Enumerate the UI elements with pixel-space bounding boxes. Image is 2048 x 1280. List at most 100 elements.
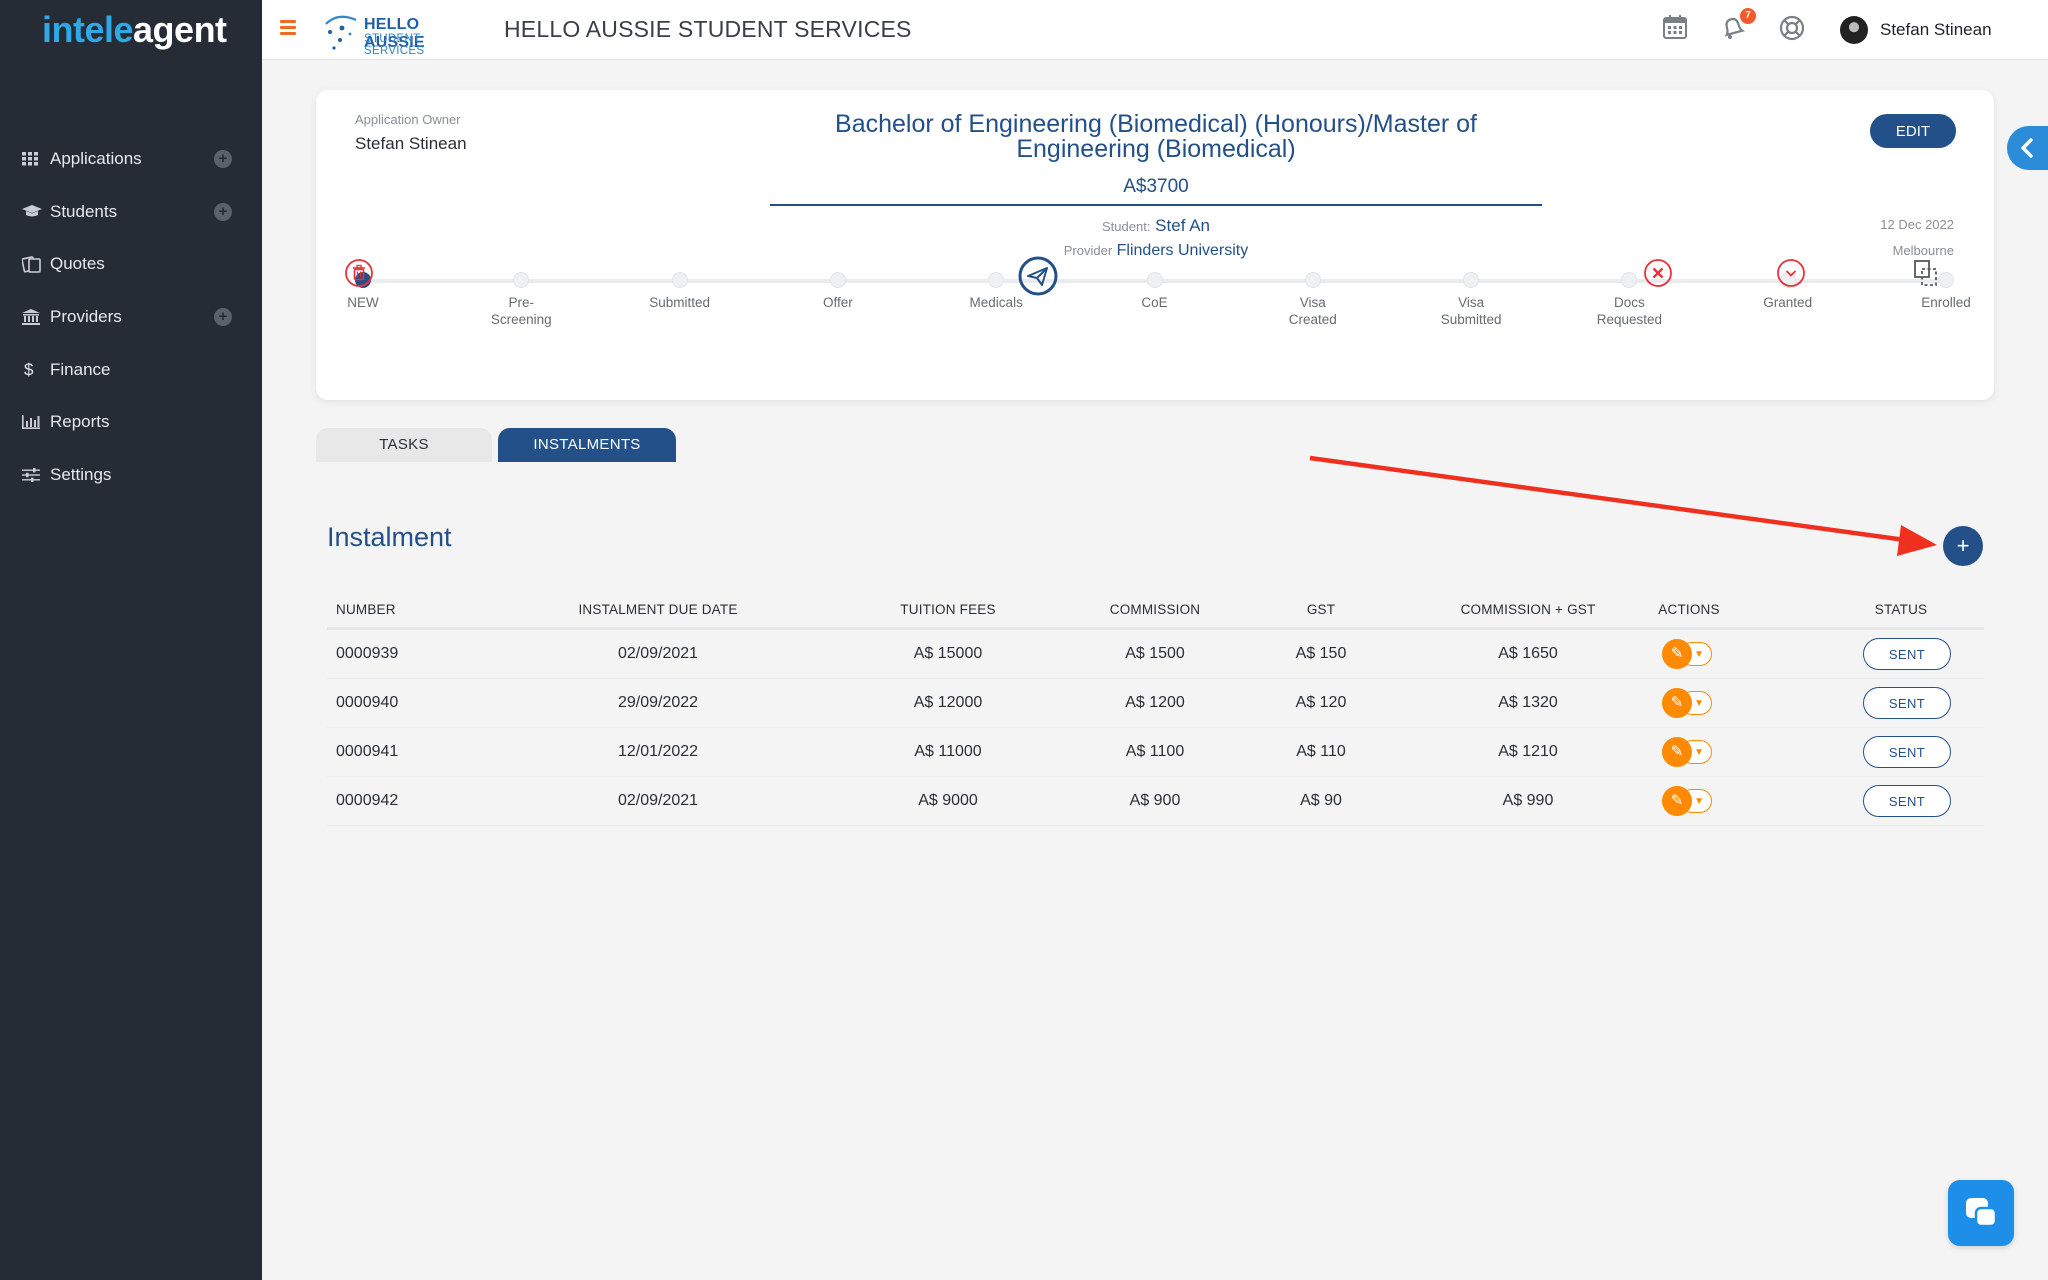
progress-step-label-line2: Submitted [1440, 312, 1502, 327]
application-city: Melbourne [1892, 243, 1954, 258]
sidebar-item-quotes[interactable]: Quotes [0, 238, 262, 291]
sidebar-item-providers[interactable]: Providers + [0, 291, 262, 344]
progress-step-dot[interactable] [1146, 272, 1163, 288]
send-paper-plane-icon[interactable] [1018, 256, 1058, 301]
cell-number: 0000942 [336, 792, 399, 809]
sidebar-item-label: Students [50, 201, 118, 221]
sidebar-item-reports[interactable]: Reports [0, 396, 262, 449]
cell-tuition-fees: A$ 11000 [914, 743, 982, 760]
progress-step-dot[interactable] [671, 272, 688, 288]
progress-step-dot[interactable] [1463, 272, 1480, 288]
add-provider-plus-icon[interactable]: + [214, 308, 232, 327]
status-sent-button[interactable]: SENT [1863, 736, 1951, 768]
header-due-date: INSTALMENT DUE DATE [578, 602, 738, 617]
progress-step-dot[interactable] [1938, 272, 1954, 288]
progress-step-label-line2: Screening [490, 312, 552, 327]
chat-widget-button[interactable] [1948, 1180, 2014, 1246]
grid-icon [22, 152, 50, 166]
cell-commission: A$ 900 [1129, 792, 1181, 809]
cell-due-date: 02/09/2021 [617, 792, 699, 809]
cell-gst: A$ 90 [1300, 792, 1342, 809]
add-student-plus-icon[interactable]: + [214, 202, 232, 221]
provider-name-link[interactable]: Flinders University [1117, 242, 1249, 259]
reject-x-circle-icon[interactable] [1643, 258, 1673, 293]
edit-button[interactable]: EDIT [1870, 114, 1956, 148]
sidebar-item-students[interactable]: Students + [0, 186, 262, 239]
progress-step-label-line1: Enrolled [1921, 295, 1971, 310]
caret-down-icon: ▼ [1694, 796, 1704, 807]
application-owner-label: Application Owner [355, 112, 461, 127]
student-name-link[interactable]: Stef An [1155, 216, 1210, 235]
row-actions: ▼ ✎ [1662, 688, 1724, 718]
progress-step-dot[interactable] [513, 272, 530, 288]
progress-step-label: Offer [768, 294, 908, 311]
chevron-down-circle-icon[interactable] [1776, 258, 1806, 293]
progress-step-dot[interactable] [829, 272, 846, 288]
cell-commission: A$ 1200 [1125, 694, 1185, 711]
progress-step[interactable]: Pre- Screening [451, 272, 591, 328]
calendar-icon[interactable] [1662, 14, 1692, 44]
inteleagent-logo[interactable]: inteleagent [42, 8, 227, 52]
status-sent-button[interactable]: SENT [1863, 785, 1951, 817]
course-price: A$3700 [1123, 176, 1189, 197]
cell-commission: A$ 1100 [1125, 743, 1185, 760]
hamburger-menu-icon[interactable] [280, 20, 296, 36]
sidebar-item-finance[interactable]: $ Finance [0, 343, 262, 396]
cell-due-date: 02/09/2021 [617, 645, 699, 662]
progress-step[interactable]: CoE [1085, 272, 1225, 311]
progress-step[interactable]: Docs Requested [1559, 272, 1699, 328]
course-title-line2: Engineering (Biomedical) [1016, 135, 1296, 163]
avatar [1840, 16, 1868, 44]
edit-pencil-icon[interactable]: ✎ [1662, 639, 1692, 669]
status-sent-button[interactable]: SENT [1863, 638, 1951, 670]
logo-text-part1: intele [42, 9, 134, 50]
instalment-section-title: Instalment [327, 522, 452, 552]
status-sent-button[interactable]: SENT [1863, 687, 1951, 719]
progress-step[interactable]: Offer [768, 272, 908, 311]
table-row: 0000939 02/09/2021 A$ 15000 A$ 1500 A$ 150 A$… [327, 630, 1984, 679]
user-menu[interactable]: Stefan Stinean [1840, 16, 1992, 44]
progress-step-dot[interactable] [1304, 272, 1321, 288]
row-actions: ▼ ✎ [1662, 737, 1724, 767]
progress-step-label-line1: Offer [823, 295, 853, 310]
copy-duplicate-icon[interactable] [1912, 258, 1940, 293]
progress-step-label: Docs Requested [1559, 294, 1699, 328]
progress-step-label: Pre- Screening [451, 294, 591, 328]
progress-step[interactable]: Submitted [610, 272, 750, 311]
cell-commission-gst: A$ 1320 [1498, 694, 1558, 711]
header-commission: COMMISSION [1109, 602, 1201, 617]
progress-step-label: CoE [1085, 294, 1225, 311]
edit-pencil-icon[interactable]: ✎ [1662, 786, 1692, 816]
sidebar-item-applications[interactable]: Applications + [0, 133, 262, 186]
add-application-plus-icon[interactable]: + [214, 150, 232, 169]
cell-gst: A$ 120 [1295, 694, 1347, 711]
side-panel-toggle[interactable] [2007, 126, 2048, 170]
progress-step-dot[interactable] [1621, 272, 1638, 288]
support-lifebuoy-icon[interactable] [1778, 14, 1808, 44]
application-date: 12 Dec 2022 [1880, 217, 1954, 232]
edit-pencil-icon[interactable]: ✎ [1662, 688, 1692, 718]
progress-step[interactable]: Enrolled [1876, 272, 2016, 311]
tab-tasks[interactable]: TASKS [316, 428, 492, 462]
graduation-cap-icon [22, 204, 50, 219]
progress-step[interactable]: Visa Submitted [1401, 272, 1541, 328]
provider-info: Provider Flinders University [756, 242, 1556, 260]
sidebar-item-settings[interactable]: Settings [0, 449, 262, 502]
chat-bubbles-icon [1966, 1198, 1998, 1228]
tab-instalments[interactable]: INSTALMENTS [498, 428, 676, 462]
caret-down-icon: ▼ [1694, 649, 1704, 660]
application-owner-name: Stefan Stinean [355, 134, 467, 153]
header-number: NUMBER [336, 602, 396, 617]
student-info: Student: Stef An [756, 216, 1556, 236]
top-bar: HELLO AUSSIE STUDENT SERVICES HELLO AUSS… [262, 0, 2048, 60]
progress-step[interactable]: Visa Created [1243, 272, 1383, 328]
sidebar-item-label: Quotes [50, 254, 105, 274]
progress-step-dot[interactable] [988, 272, 1005, 288]
notifications-bell-icon[interactable]: 7 [1720, 8, 1756, 44]
edit-pencil-icon[interactable]: ✎ [1662, 737, 1692, 767]
add-instalment-button[interactable]: + [1943, 526, 1983, 566]
progress-step-label-line2: Created [1288, 312, 1337, 327]
progress-step-label: Visa Submitted [1401, 294, 1541, 328]
sidebar-item-label: Applications [50, 149, 142, 169]
delete-trash-icon[interactable] [344, 258, 374, 293]
